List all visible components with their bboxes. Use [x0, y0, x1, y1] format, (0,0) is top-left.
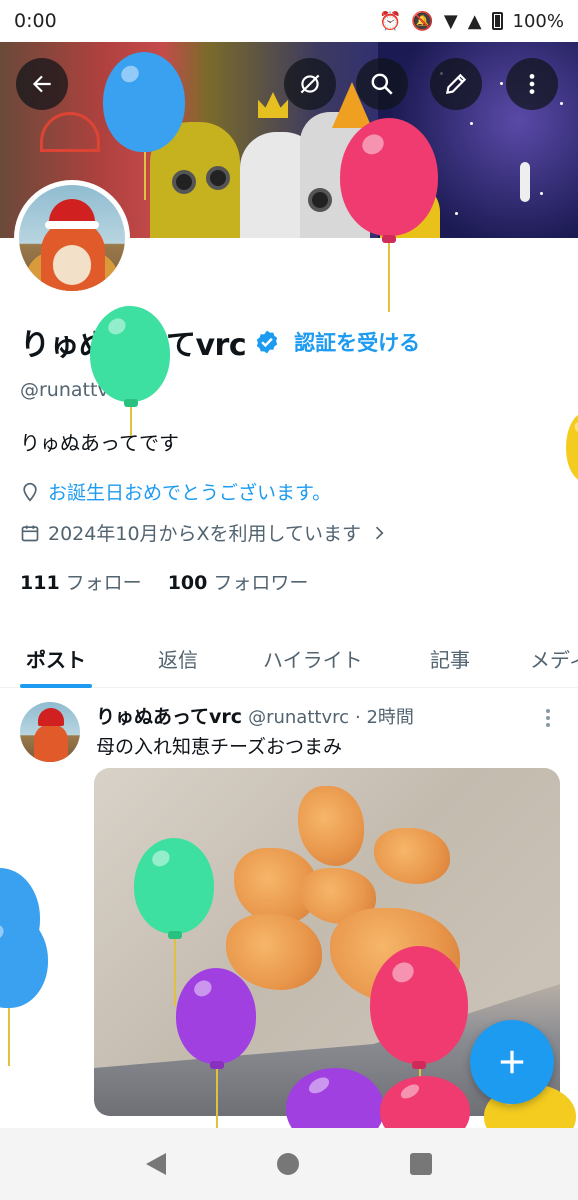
plus-icon [500, 1050, 524, 1074]
tab-replies[interactable]: 返信 [158, 628, 198, 688]
nav-home-icon[interactable] [276, 1153, 299, 1175]
mute-icon: 🔕 [411, 10, 434, 32]
tab-media[interactable]: メディア [530, 628, 578, 688]
birthday-text[interactable]: お誕生日おめでとうございます。 [48, 478, 331, 505]
joined-row[interactable]: 2024年10月からXを利用しています [20, 519, 389, 546]
balloon [103, 52, 185, 152]
back-arrow-icon [32, 75, 51, 93]
avatar [19, 185, 125, 291]
joined-text: 2024年10月からXを利用しています [48, 523, 361, 545]
birthday-row: お誕生日おめでとうございます。 [20, 478, 331, 505]
following-count: 111 [20, 572, 60, 594]
post-author[interactable]: りゅぬあってvrc [96, 702, 242, 729]
signal-icon: ▲ [467, 10, 482, 32]
nav-recents-icon[interactable] [410, 1153, 433, 1175]
profile-name-row: りゅぬあってvrc 認証を受ける [20, 320, 420, 364]
balloon [340, 118, 438, 236]
nav-back-icon[interactable] [145, 1153, 166, 1175]
hide-icon [300, 74, 320, 94]
battery-percent: 100% [512, 10, 564, 32]
balloon [566, 412, 578, 482]
post-avatar[interactable] [20, 702, 80, 762]
profile-tabs: ポスト 返信 ハイライト 記事 メディア [0, 628, 578, 688]
post-more-icon[interactable] [538, 706, 558, 730]
chevron-right-icon [375, 526, 384, 539]
battery-icon [491, 12, 503, 30]
edit-icon [445, 73, 467, 95]
post-time: · 2時間 [355, 707, 414, 728]
tab-posts[interactable]: ポスト [20, 628, 92, 688]
status-bar: 0:00 ⏰ 🔕 ▼ ▲ 100% [0, 0, 578, 42]
balloon [90, 306, 170, 402]
search-button[interactable] [356, 58, 408, 110]
follow-stats: 111 フォロー 100 フォロワー [20, 568, 308, 595]
search-icon [371, 73, 393, 95]
more-vertical-icon [529, 74, 535, 94]
following-label: フォロー [65, 572, 142, 594]
wifi-icon: ▼ [443, 10, 458, 32]
followers-label: フォロワー [213, 572, 309, 594]
compose-button[interactable] [470, 1020, 554, 1104]
more-button[interactable] [506, 58, 558, 110]
profile-bio: りゅぬあってです [20, 431, 179, 455]
profile-screen: 0:00 ⏰ 🔕 ▼ ▲ 100% 認証を受ける @runattvrc りゅぬあ… [0, 0, 578, 1200]
alarm-icon: ⏰ [379, 10, 402, 32]
post-text: 母の入れ知恵チーズおつまみ [96, 736, 343, 758]
tab-articles[interactable]: 記事 [430, 628, 470, 688]
verified-badge-icon [256, 330, 278, 354]
profile-avatar[interactable] [14, 180, 130, 296]
get-verified-link[interactable]: 認証を受ける [294, 327, 420, 357]
back-button[interactable] [16, 58, 68, 110]
balloon [134, 838, 214, 934]
status-time: 0:00 [14, 10, 57, 32]
balloon [176, 968, 256, 1064]
followers-count: 100 [167, 572, 208, 594]
balloon [370, 946, 468, 1064]
following-link[interactable]: 111 フォロー [20, 568, 142, 595]
tab-highlights[interactable]: ハイライト [263, 628, 363, 688]
location-pin-icon [23, 482, 37, 502]
post-handle: @runattvrc [248, 707, 349, 728]
system-nav-bar [0, 1128, 578, 1200]
hide-button[interactable] [284, 58, 336, 110]
status-icons: ⏰ 🔕 ▼ ▲ 100% [379, 11, 564, 32]
followers-link[interactable]: 100 フォロワー [168, 568, 309, 595]
calendar-icon [21, 525, 39, 541]
edit-button[interactable] [430, 58, 482, 110]
post-header: りゅぬあってvrc @runattvrc · 2時間 [96, 702, 414, 729]
